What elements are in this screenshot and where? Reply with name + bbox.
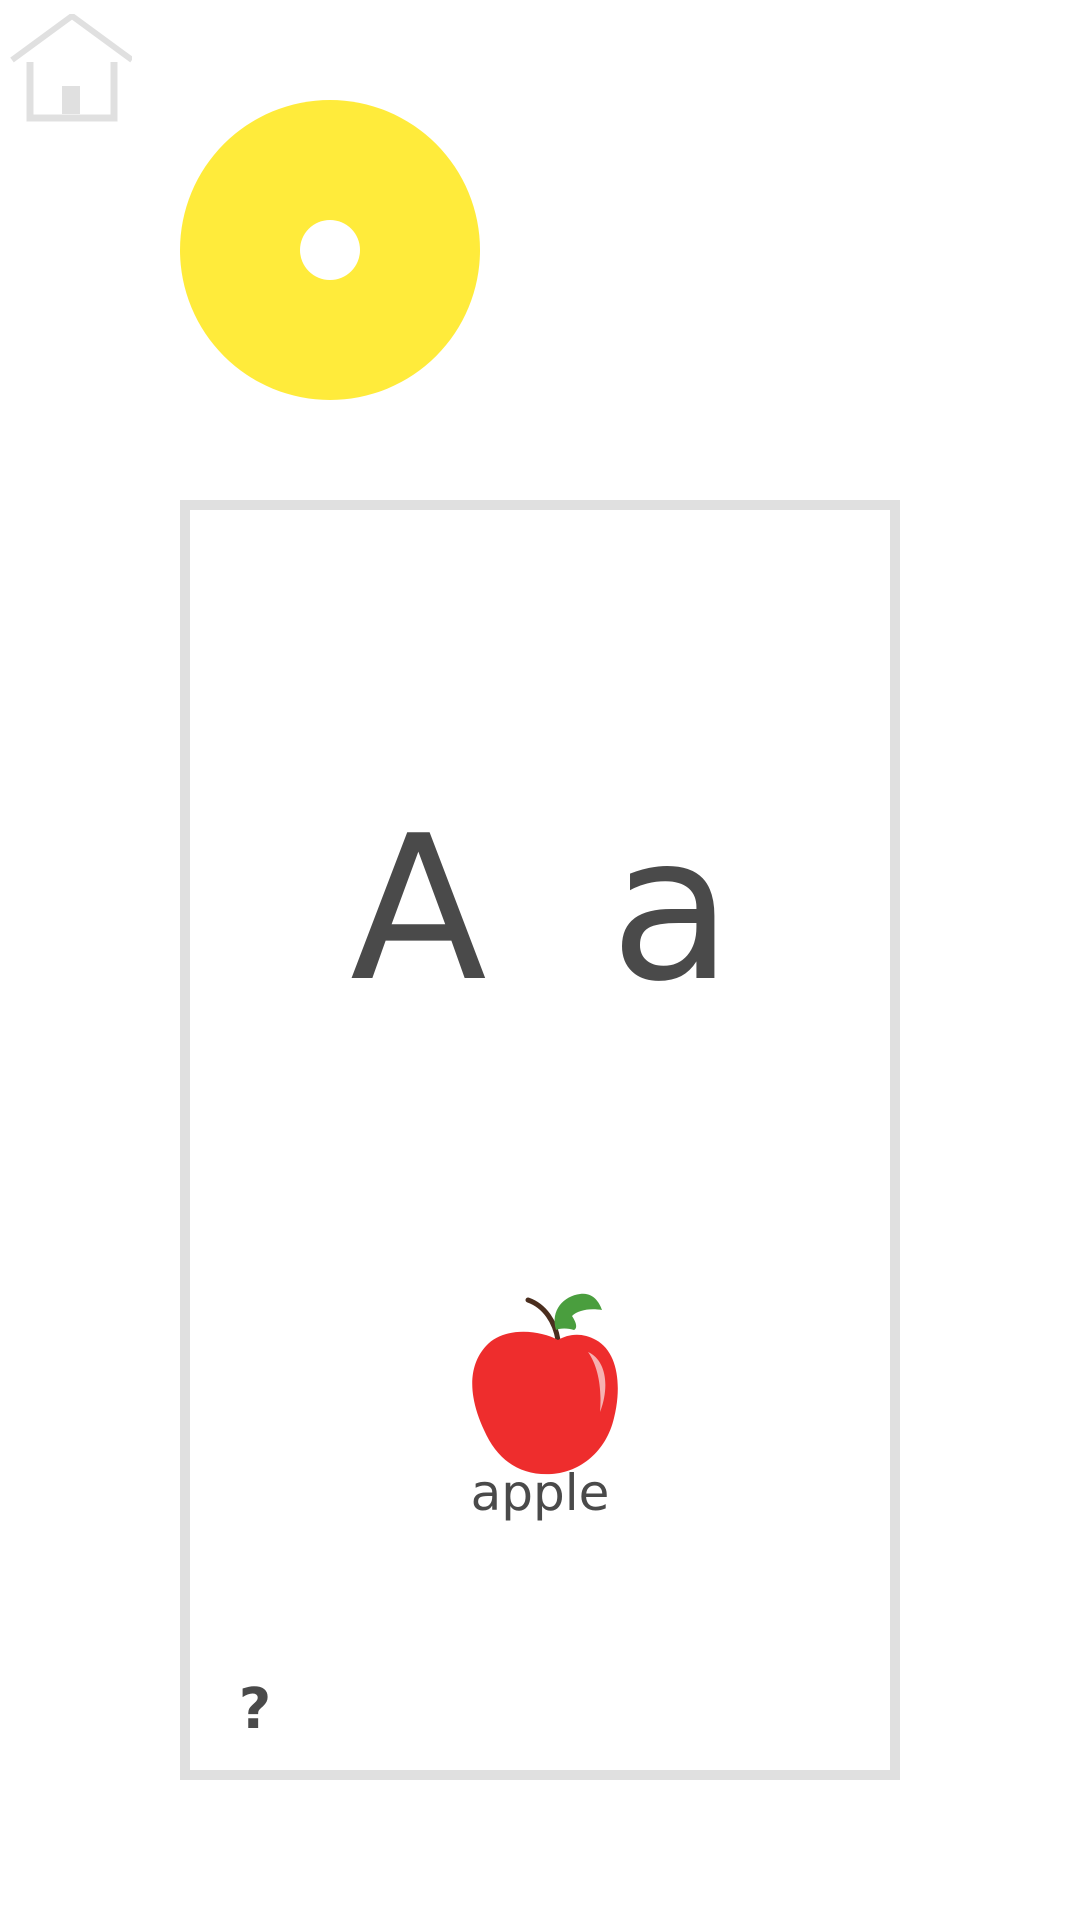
letter-card: A a apple ? [180,500,900,1780]
word-label: apple [470,1464,610,1522]
uppercase-letter: A [350,793,487,1026]
word-picture [460,1290,640,1490]
home-icon [10,14,132,122]
play-sound-button[interactable] [180,100,480,400]
speaker-icon [180,100,480,400]
lowercase-letter: a [610,793,733,1026]
apple-icon [472,1293,618,1475]
help-button[interactable]: ? [230,1675,280,1745]
question-mark-icon: ? [238,1677,272,1742]
home-button[interactable] [10,14,132,122]
